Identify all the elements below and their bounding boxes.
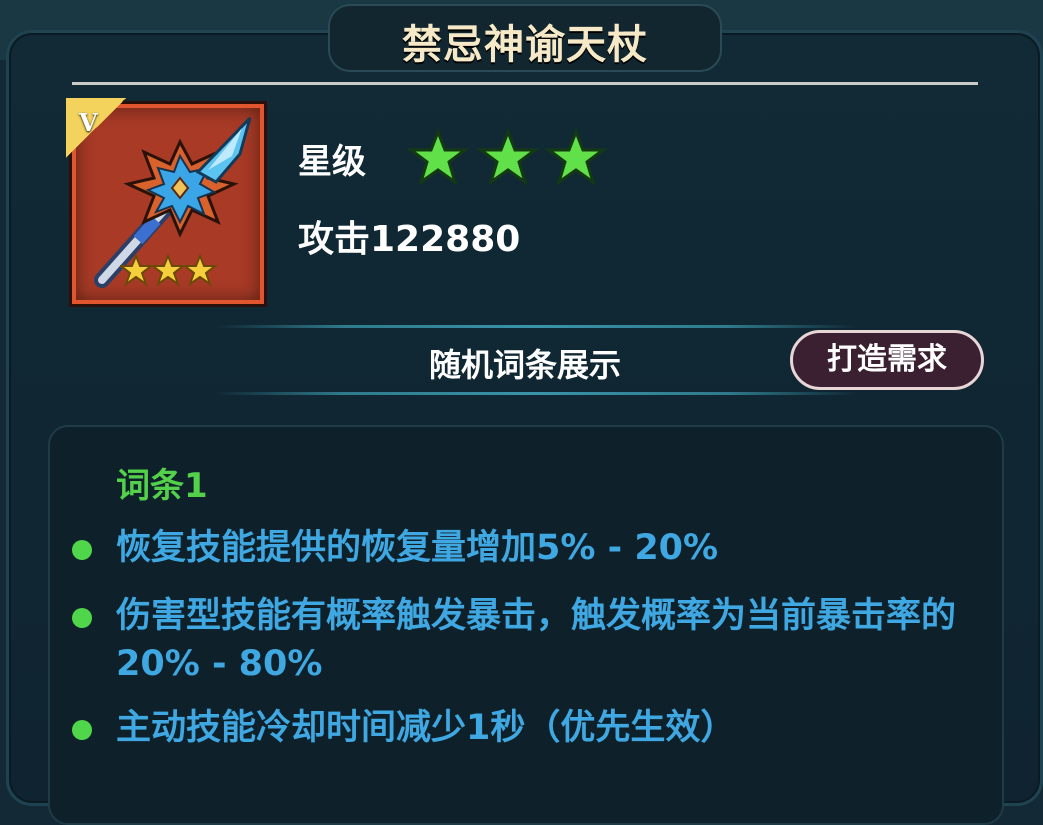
icon-star-rating: [120, 253, 218, 287]
star-level-label: 星级: [298, 142, 366, 182]
affix-title: 词条1: [116, 466, 208, 506]
bullet-icon: [72, 540, 92, 560]
icon-star: [182, 253, 218, 287]
bullet-icon: [72, 608, 92, 628]
bullet-icon: [72, 720, 92, 740]
icon-star: [150, 253, 186, 287]
star-icon: [476, 128, 540, 186]
star-icon: [408, 128, 470, 186]
affix-item: 伤害型技能有概率触发暴击，触发概率为当前暴击率的20% - 80%: [116, 596, 957, 684]
attack-value: 攻击122880: [298, 219, 521, 260]
affix-item: 恢复技能提供的恢复量增加5% - 20%: [116, 528, 719, 568]
item-title: 禁忌神谕天杖: [402, 22, 648, 68]
forge-requirements-button[interactable]: 打造需求: [790, 330, 984, 390]
section-title: 随机词条展示: [428, 346, 621, 384]
affix-item: 主动技能冷却时间减少1秒（优先生效）: [116, 708, 736, 748]
section-divider-top: [216, 325, 856, 328]
section-divider-bottom: [216, 392, 856, 395]
icon-star: [120, 253, 154, 287]
title-divider: [72, 82, 978, 85]
star-rating: [408, 128, 608, 186]
star-icon: [544, 128, 608, 186]
